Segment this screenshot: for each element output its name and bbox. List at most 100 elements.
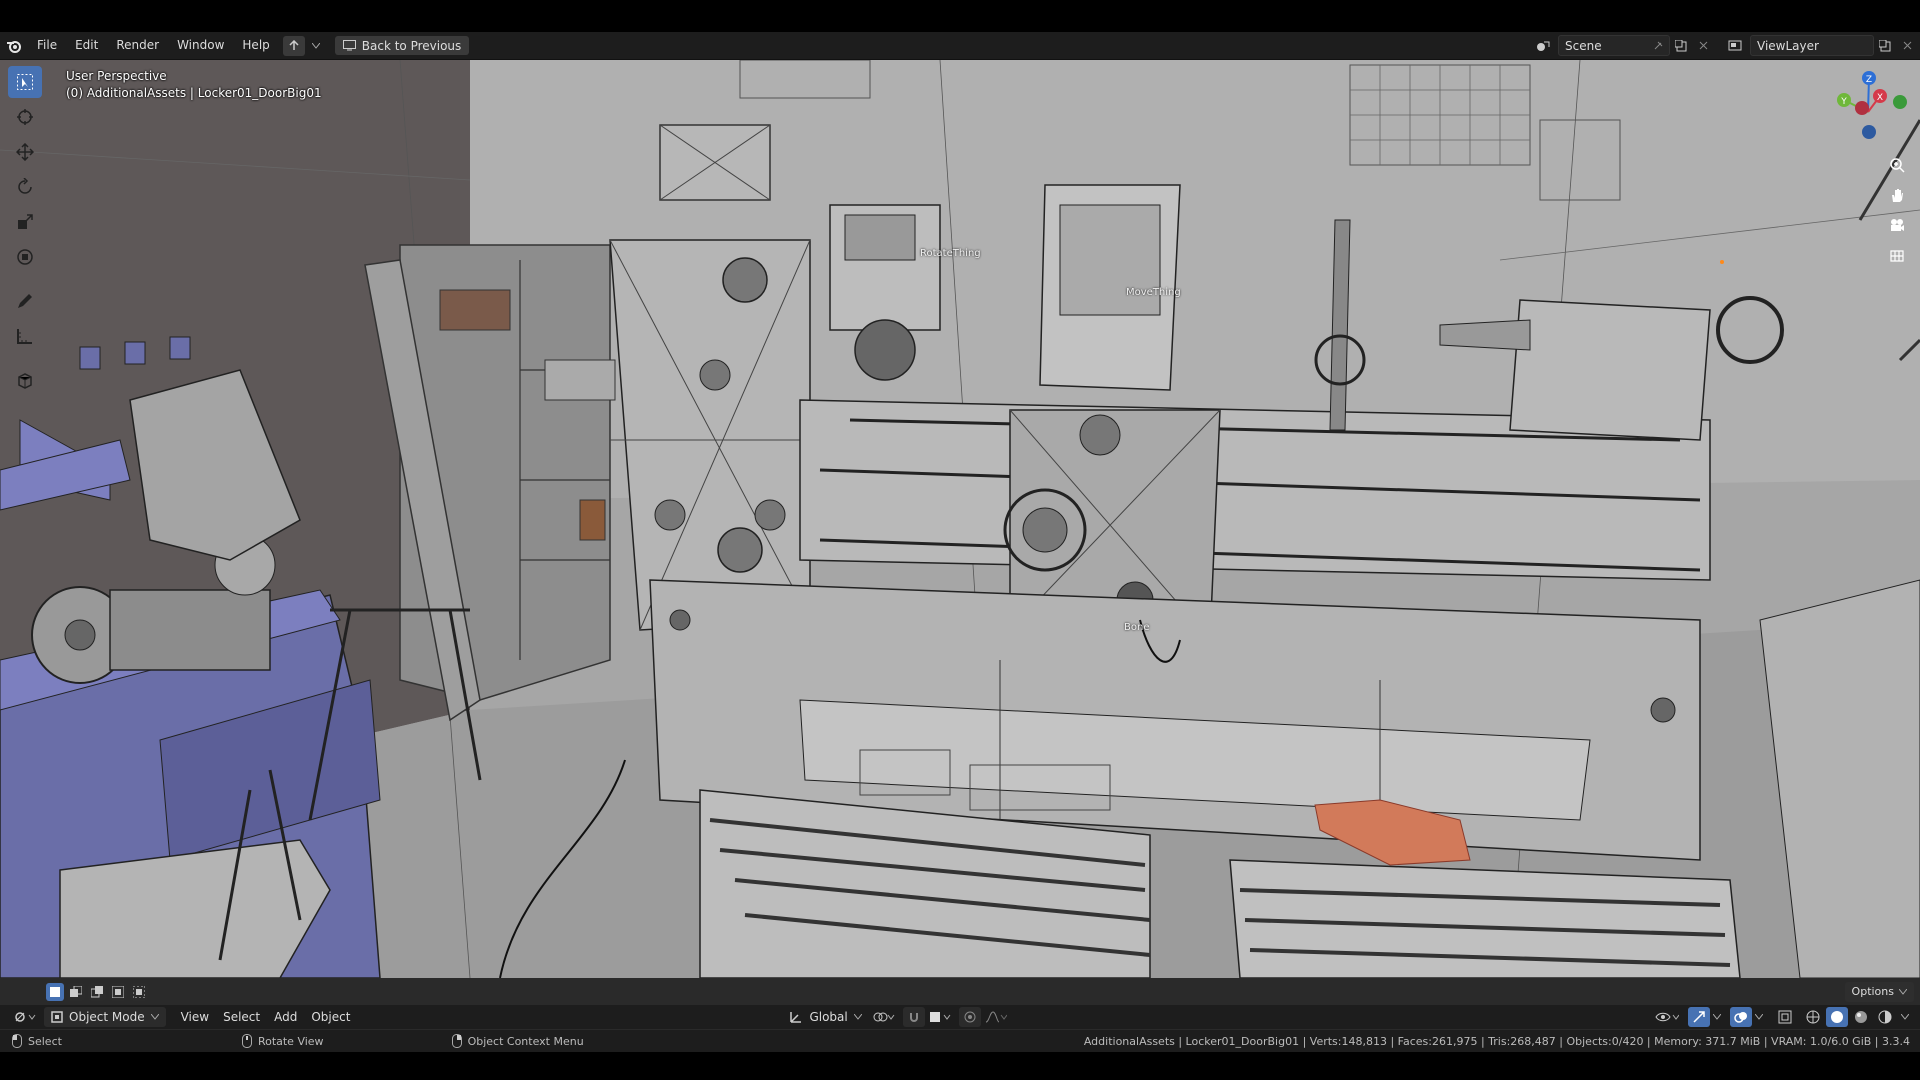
transform-tool[interactable]	[8, 241, 42, 273]
cursor-arrow-icon	[17, 74, 33, 90]
select-new-icon[interactable]	[46, 982, 64, 1001]
close-viewlayer-icon[interactable]	[1896, 36, 1918, 56]
chevron-down-icon	[1899, 988, 1907, 995]
menu-help[interactable]: Help	[233, 32, 278, 59]
select-subtract-icon[interactable]	[88, 982, 106, 1001]
menu-window[interactable]: Window	[168, 32, 233, 59]
overlay-toggle-icon[interactable]	[1730, 1007, 1752, 1027]
navigation-gizmo[interactable]: Z Y X	[1826, 70, 1910, 154]
object-menu[interactable]: Object	[304, 1007, 357, 1027]
back-to-previous-button[interactable]: Back to Previous	[334, 36, 470, 55]
object-mode-dropdown[interactable]: Object Mode	[44, 1007, 166, 1027]
status-select-hint: Select	[28, 1034, 62, 1048]
move-tool[interactable]	[8, 136, 42, 168]
status-context-hint: Object Context Menu	[467, 1034, 584, 1048]
scale-icon	[18, 214, 33, 229]
options-button[interactable]: Options	[1844, 981, 1914, 1002]
cube-icon	[18, 373, 32, 389]
gizmo-toggle-icon[interactable]	[1688, 1007, 1710, 1027]
hand-pan-icon[interactable]	[1884, 182, 1910, 208]
gizmo-z-label: Z	[1866, 75, 1872, 85]
viewport-perspective-label: User Perspective	[66, 69, 167, 83]
cursor-tool[interactable]	[8, 101, 42, 133]
add-menu[interactable]: Add	[267, 1007, 304, 1027]
blender-logo-icon[interactable]	[0, 32, 28, 59]
viewlayer-field[interactable]: ViewLayer	[1750, 35, 1874, 56]
top-menu-bar: File Edit Render Window Help Back to Pre…	[0, 32, 1920, 60]
menu-file[interactable]: File	[28, 32, 66, 59]
pivot-icon[interactable]	[869, 1007, 899, 1027]
object-mode-label: Object Mode	[69, 1010, 145, 1024]
menu-render[interactable]: Render	[107, 32, 168, 59]
material-shading-icon[interactable]	[1850, 1007, 1872, 1027]
falloff-icon[interactable]	[981, 1007, 1011, 1027]
move-arrows-icon	[16, 143, 34, 161]
rendered-shading-icon[interactable]	[1874, 1007, 1896, 1027]
shading-dropdown-icon[interactable]	[1896, 1007, 1914, 1027]
mouse-left-icon	[12, 1034, 22, 1048]
editor-type-icon[interactable]	[10, 1007, 40, 1027]
gizmo-x-label: X	[1877, 93, 1883, 103]
rotate-thing-label: RotateThing	[920, 248, 981, 259]
object-mode-icon	[51, 1011, 63, 1023]
snap-target-icon[interactable]	[925, 1007, 955, 1027]
gizmo-y-label: Y	[1840, 97, 1847, 107]
select-mode-bar: Options	[0, 978, 1920, 1005]
measure-tool[interactable]	[8, 320, 42, 352]
viewport-active-object-label: (0) AdditionalAssets | Locker01_DoorBig0…	[66, 86, 322, 100]
screen-icon	[342, 40, 356, 51]
transform-orientation-dropdown[interactable]: Global	[782, 1007, 868, 1027]
new-viewlayer-icon[interactable]	[1874, 36, 1896, 56]
tool-shelf	[8, 66, 42, 396]
bone-label: Bone	[1124, 622, 1150, 633]
rotate-tool[interactable]	[8, 171, 42, 203]
scene-type-icon[interactable]	[1532, 36, 1554, 56]
transform-icon	[17, 249, 33, 265]
mouse-right-icon	[451, 1034, 462, 1048]
scene-field[interactable]: Scene	[1558, 35, 1670, 56]
select-invert-icon[interactable]	[109, 982, 127, 1001]
gizmo-dropdown-icon[interactable]	[1710, 1007, 1724, 1027]
camera-icon[interactable]	[1884, 212, 1910, 238]
select-box-tool[interactable]	[8, 66, 42, 98]
menu-edit[interactable]: Edit	[66, 32, 107, 59]
mouse-middle-icon	[241, 1034, 252, 1048]
xray-toggle-icon[interactable]	[1774, 1007, 1796, 1027]
add-cube-tool[interactable]	[8, 364, 42, 396]
chevron-down-icon[interactable]	[305, 36, 327, 56]
back-to-previous-label: Back to Previous	[361, 38, 462, 53]
viewlayer-icon[interactable]	[1724, 36, 1746, 56]
axes-icon	[790, 1012, 802, 1023]
viewlayer-name: ViewLayer	[1757, 38, 1819, 53]
select-extend-icon[interactable]	[67, 982, 85, 1001]
transform-orientation-label: Global	[809, 1010, 848, 1024]
proportional-edit-icon[interactable]	[958, 1007, 981, 1027]
select-menu[interactable]: Select	[216, 1007, 267, 1027]
wireframe-shading-icon[interactable]	[1802, 1007, 1824, 1027]
ruler-icon	[17, 329, 32, 344]
chevron-down-icon	[150, 1014, 159, 1020]
select-intersect-icon[interactable]	[130, 982, 148, 1001]
view-menu[interactable]: View	[174, 1007, 216, 1027]
close-scene-icon[interactable]	[1692, 36, 1714, 56]
visibility-eye-icon[interactable]	[1652, 1007, 1682, 1027]
scale-tool[interactable]	[8, 206, 42, 238]
crosshair-icon	[17, 109, 33, 125]
upload-icon[interactable]	[282, 35, 305, 56]
viewport-nav-buttons	[1884, 152, 1910, 268]
solid-shading-icon[interactable]	[1826, 1007, 1848, 1027]
move-thing-label: MoveThing	[1126, 287, 1181, 298]
overlay-dropdown-icon[interactable]	[1752, 1007, 1766, 1027]
scene-statistics: AdditionalAssets | Locker01_DoorBig01 | …	[1083, 1034, 1910, 1048]
pin-icon[interactable]	[1653, 41, 1663, 51]
scene-name: Scene	[1565, 38, 1602, 53]
status-rotate-hint: Rotate View	[257, 1034, 324, 1048]
annotate-tool[interactable]	[8, 285, 42, 317]
chevron-down-icon	[853, 1014, 862, 1020]
grid-view-icon[interactable]	[1884, 242, 1910, 268]
zoom-icon[interactable]	[1884, 152, 1910, 178]
new-scene-icon[interactable]	[1670, 36, 1692, 56]
options-label: Options	[1851, 985, 1894, 998]
snap-toggle-icon[interactable]	[902, 1007, 925, 1027]
3d-viewport[interactable]: User Perspective (0) AdditionalAssets | …	[0, 60, 1920, 978]
